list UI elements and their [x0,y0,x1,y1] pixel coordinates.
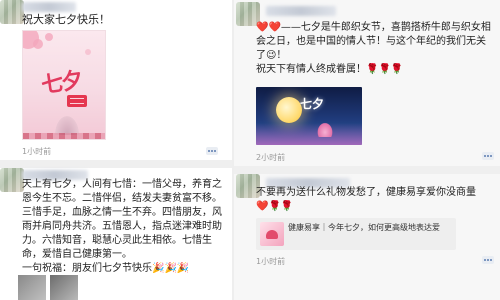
link-title: 健康易享｜今年七夕，如何更高级地表达爱 [288,223,440,232]
username-blurred[interactable] [22,2,76,12]
couple-illustration [316,121,334,137]
figure-illustration [53,113,81,135]
more-actions-button[interactable] [482,256,494,264]
avatar[interactable] [0,0,24,24]
more-actions-button[interactable] [206,147,218,155]
moment-post: ❤️❤️——七夕是牛郎织女节，喜鹊搭桥牛郎与织女相会之日，也是中国的情人节！与这… [234,0,500,168]
moment-post: 天上有七夕，人间有七惜：一惜父母，养育之恩今生不忘。二惜伴侣，结发夫妻贫富不移。… [0,168,232,300]
left-feed-panel: 祝大家七夕快乐！ 七夕 1小时前 天上有七夕，人间有七惜：一惜父母，养育之恩今生… [0,0,232,300]
post-image-thumbnail[interactable] [50,275,78,300]
post-separator [0,160,232,168]
image-title: 七夕 [300,97,325,111]
glow-effect [256,123,362,145]
post-separator [234,166,500,174]
post-image[interactable]: 七夕 [22,30,106,140]
post-text: 祝大家七夕快乐！ [22,13,110,26]
more-actions-button[interactable] [482,152,494,160]
post-time: 1小时前 [22,147,52,156]
avatar[interactable] [0,168,24,192]
right-feed-panel: ❤️❤️——七夕是牛郎织女节，喜鹊搭桥牛郎与织女相会之日，也是中国的情人节！与这… [234,0,500,300]
moment-post: 祝大家七夕快乐！ 七夕 1小时前 [0,0,232,168]
post-text: ❤️❤️——七夕是牛郎织女节，喜鹊搭桥牛郎与织女相会之日，也是中国的情人节！与这… [256,22,491,75]
moon-illustration [276,97,302,123]
post-text: 不要再为送什么礼物发愁了，健康易享爱你没商量❤️🌹🌹 [256,187,476,212]
post-image-thumbnail[interactable] [18,275,46,300]
decorative-border [23,133,105,139]
seal-stamp [67,95,87,107]
post-time: 2小时前 [256,153,286,162]
link-thumbnail [260,222,284,246]
post-image[interactable]: 七夕 [256,87,362,145]
post-time: 1小时前 [256,257,286,266]
post-image-row [18,275,78,300]
username-blurred[interactable] [266,6,336,16]
post-text: 天上有七夕，人间有七惜：一惜父母，养育之恩今生不忘。二惜伴侣，结发夫妻贫富不移。… [22,179,222,274]
shared-link-card[interactable]: 健康易享｜今年七夕，如何更高级地表达爱 [256,218,456,250]
